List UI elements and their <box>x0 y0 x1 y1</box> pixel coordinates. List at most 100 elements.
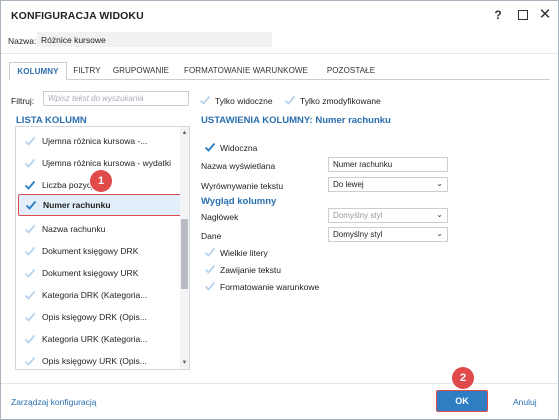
check-icon <box>24 180 36 190</box>
data-style-select[interactable]: Domyślny styl ⌄ <box>328 227 448 242</box>
annotation-badge-1: 1 <box>90 170 112 192</box>
item-label: Opis księgowy URK (Opis... <box>42 356 147 366</box>
data-style-value: Domyślny styl <box>333 230 383 239</box>
check-icon <box>204 142 216 152</box>
item-checkbox[interactable] <box>24 135 36 147</box>
check-icon <box>199 95 211 105</box>
annotation-badge-2: 2 <box>452 367 474 389</box>
check-icon <box>204 281 216 291</box>
scroll-up-icon[interactable]: ▲ <box>180 128 189 138</box>
name-input[interactable] <box>37 32 272 47</box>
display-name-label: Nazwa wyświetlana <box>201 161 276 171</box>
check-icon <box>204 247 216 257</box>
list-item[interactable]: Nazwa rachunku <box>16 218 180 240</box>
check-icon <box>24 356 36 366</box>
text-wrap-checkbox[interactable] <box>204 263 216 275</box>
only-modified-label: Tylko zmodyfikowane <box>300 96 381 106</box>
maximize-button[interactable] <box>514 7 532 23</box>
data-style-label: Dane <box>201 231 222 241</box>
filter-label: Filtruj: <box>11 96 35 106</box>
item-checkbox[interactable] <box>24 223 36 235</box>
check-icon <box>24 158 36 168</box>
header-style-select[interactable]: Domyślny styl ⌄ <box>328 208 448 223</box>
check-icon <box>24 312 36 322</box>
item-checkbox[interactable] <box>24 179 36 191</box>
tab-bar: KOLUMNY FILTRY GRUPOWANIE FORMATOWANIE W… <box>9 62 550 80</box>
maximize-icon <box>518 10 528 20</box>
item-checkbox[interactable] <box>24 355 36 367</box>
list-scrollbar[interactable]: ▲ ▼ <box>180 127 189 369</box>
item-checkbox[interactable] <box>24 289 36 301</box>
column-list: Ujemna różnica kursowa -... Ujemna różni… <box>15 126 190 370</box>
uppercase-checkbox[interactable] <box>204 246 216 258</box>
item-label: Dokument księgowy DRK <box>42 246 139 256</box>
divider <box>1 53 558 54</box>
tab-filters[interactable]: FILTRY <box>69 62 105 80</box>
scroll-thumb[interactable] <box>181 219 188 289</box>
text-alignment-select[interactable]: Do lewej ⌄ <box>328 177 448 192</box>
dialog-title: KONFIGURACJA WIDOKU <box>11 10 144 22</box>
item-checkbox[interactable] <box>24 311 36 323</box>
check-icon <box>24 136 36 146</box>
check-icon <box>24 224 36 234</box>
scroll-down-icon[interactable]: ▼ <box>180 358 189 368</box>
only-modified-checkbox[interactable] <box>284 94 296 106</box>
header-style-value: Domyślny styl <box>333 211 383 220</box>
list-item[interactable]: Ujemna różnica kursowa -... <box>16 130 180 152</box>
list-item[interactable]: Opis księgowy DRK (Opis... <box>16 306 180 328</box>
check-icon <box>24 334 36 344</box>
header-style-label: Nagłówek <box>201 212 239 222</box>
list-item[interactable]: Dokument księgowy DRK <box>16 240 180 262</box>
item-label: Dokument księgowy URK <box>42 268 139 278</box>
item-label: Numer rachunku <box>43 200 111 210</box>
tab-conditional-formatting[interactable]: FORMATOWANIE WARUNKOWE <box>179 62 313 80</box>
item-checkbox[interactable] <box>25 199 37 211</box>
tab-grouping[interactable]: GRUPOWANIE <box>109 62 173 80</box>
item-label: Ujemna różnica kursowa -... <box>42 136 148 146</box>
list-item[interactable]: Dokument księgowy URK <box>16 262 180 284</box>
list-item[interactable]: Kategoria DRK (Kategoria... <box>16 284 180 306</box>
only-visible-label: Tylko widoczne <box>215 96 273 106</box>
help-button[interactable]: ? <box>489 7 507 23</box>
tab-other[interactable]: POZOSTAŁE <box>319 62 383 80</box>
check-icon <box>204 264 216 274</box>
column-list-title: LISTA KOLUMN <box>16 115 87 126</box>
ok-button[interactable]: OK <box>436 390 488 412</box>
item-label: Ujemna różnica kursowa - wydatki <box>42 158 171 168</box>
only-visible-checkbox[interactable] <box>199 94 211 106</box>
item-label: Liczba pozycji <box>42 180 95 190</box>
dialog-window: KONFIGURACJA WIDOKU ? ✕ Nazwa: KOLUMNY F… <box>0 0 559 420</box>
item-checkbox[interactable] <box>24 333 36 345</box>
filter-input[interactable] <box>43 91 189 106</box>
chevron-down-icon: ⌄ <box>436 179 443 188</box>
list-item[interactable]: Kategoria URK (Kategoria... <box>16 328 180 350</box>
check-icon <box>284 95 296 105</box>
item-label: Kategoria URK (Kategoria... <box>42 334 148 344</box>
tab-columns[interactable]: KOLUMNY <box>9 62 67 80</box>
name-label: Nazwa: <box>8 36 37 46</box>
conditional-format-checkbox[interactable] <box>204 280 216 292</box>
close-button[interactable]: ✕ <box>536 7 554 23</box>
visible-checkbox[interactable] <box>204 141 216 153</box>
item-checkbox[interactable] <box>24 157 36 169</box>
column-settings-title: USTAWIENIA KOLUMNY: Numer rachunku <box>201 115 391 126</box>
list-item[interactable]: Opis księgowy URK (Opis... <box>16 350 180 369</box>
manage-configuration-link[interactable]: Zarządzaj konfiguracją <box>11 397 97 407</box>
appearance-title: Wygląd kolumny <box>201 196 277 207</box>
check-icon <box>24 246 36 256</box>
uppercase-label: Wielkie litery <box>220 248 268 258</box>
text-alignment-value: Do lewej <box>333 180 364 189</box>
check-icon <box>24 290 36 300</box>
check-icon <box>24 268 36 278</box>
item-label: Nazwa rachunku <box>42 224 106 234</box>
chevron-down-icon: ⌄ <box>436 229 443 238</box>
item-checkbox[interactable] <box>24 267 36 279</box>
item-checkbox[interactable] <box>24 245 36 257</box>
chevron-down-icon: ⌄ <box>436 210 443 219</box>
cancel-button[interactable]: Anuluj <box>513 397 537 407</box>
list-item-selected[interactable]: Numer rachunku <box>18 194 182 216</box>
display-name-input[interactable] <box>328 157 448 172</box>
item-label: Kategoria DRK (Kategoria... <box>42 290 148 300</box>
footer-divider <box>1 383 558 384</box>
text-wrap-label: Zawijanie tekstu <box>220 265 281 275</box>
